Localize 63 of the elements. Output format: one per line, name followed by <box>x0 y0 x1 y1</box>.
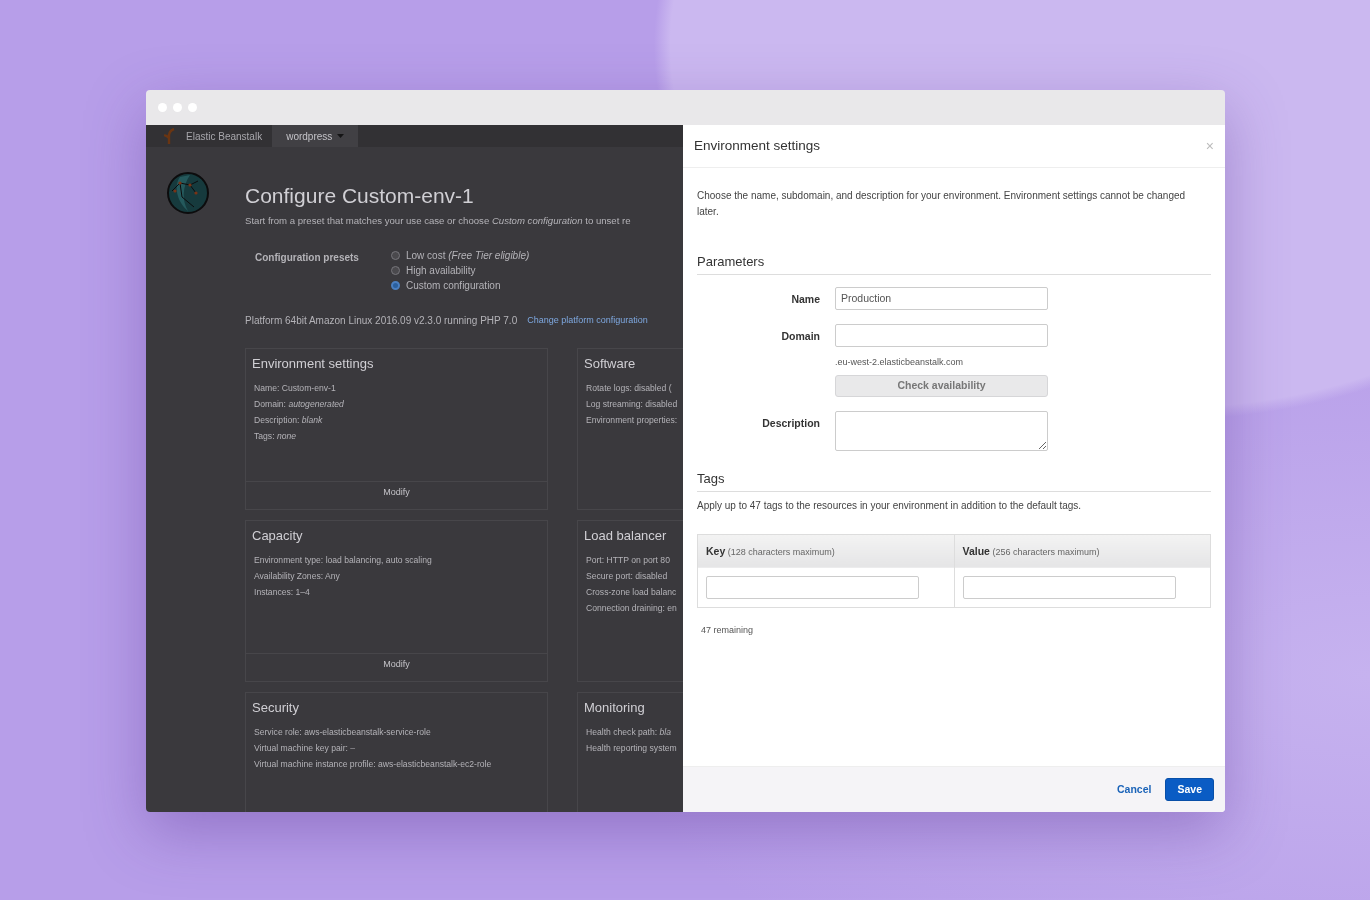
card-title: Environment settings <box>252 356 375 372</box>
sprout-logo-icon <box>164 128 176 144</box>
globe-icon <box>165 171 210 215</box>
caret-icon <box>337 134 345 138</box>
card-detail-text: Environment type: load balancing, auto scaling <box>254 554 433 567</box>
card-detail-text: Rotate logs: disabled ( <box>586 382 673 395</box>
check-availability-button[interactable]: Check availability <box>835 375 1048 398</box>
field-label: Name <box>790 291 820 307</box>
card-title: Capacity <box>252 528 304 544</box>
application-dropdown[interactable]: wordpress <box>272 125 359 147</box>
text-input-field[interactable]: Production <box>835 286 1048 310</box>
panel-description: Choose the name, subdomain, and description for your environment. Environment settings cannot be changed later. <box>697 189 1187 219</box>
domain-suffix-text: .eu-west-2.elasticbeanstalk.com <box>835 355 965 369</box>
card-detail-text: Virtual machine instance profile: aws-elasticbeanstalk-ec2-role <box>254 758 493 771</box>
radio-button[interactable] <box>391 265 400 275</box>
modify-button[interactable]: Modify <box>246 481 547 504</box>
card-detail-text: Domain: autogenerated <box>254 398 345 411</box>
section-heading: Tags <box>697 471 1211 492</box>
card-detail-text: Virtual machine key pair: – <box>254 742 357 755</box>
presets-label: Configuration presets <box>255 251 360 266</box>
panel-title: Environment settings <box>694 137 821 155</box>
tag-input-field[interactable] <box>962 575 1176 599</box>
card-title: Software <box>584 356 637 372</box>
cancel-link[interactable]: Cancel <box>1117 781 1152 798</box>
card-detail-text: Cross-zone load balanc <box>586 586 678 599</box>
change-platform-link[interactable]: Change platform configuration <box>527 314 648 328</box>
tags-description: Apply up to 47 tags to the resources in your environment in addition to the default tags. <box>697 498 1083 513</box>
page-description: Start from a preset that matches your use case or choose Custom configuration to unset re <box>245 214 632 228</box>
page-title: Configure Custom-env-1 <box>245 185 475 206</box>
card-detail-text: Availability Zones: Any <box>254 570 341 583</box>
brand-name[interactable]: Elastic Beanstalk <box>186 128 263 144</box>
radio-label[interactable]: High availability <box>406 262 476 278</box>
card-detail-text: Instances: 1–4 <box>254 586 311 599</box>
column-header: Value (256 characters maximum) <box>954 534 1211 569</box>
card-detail-text: Port: HTTP on port 80 <box>586 554 671 567</box>
tag-input-field[interactable] <box>706 575 919 599</box>
radio-label[interactable]: Custom configuration <box>406 277 501 293</box>
card-detail-text: Log streaming: disabled <box>586 398 679 411</box>
card-detail-text: Health check path: bla <box>586 726 673 739</box>
card-detail-text: Description: blank <box>254 414 324 427</box>
textarea-field[interactable] <box>835 411 1048 452</box>
card-detail-text: Name: Custom-env-1 <box>254 382 337 395</box>
radio-label[interactable]: Low cost (Free Tier eligible) <box>406 247 530 263</box>
field-label: Description <box>761 416 820 432</box>
radio-button[interactable] <box>391 280 400 290</box>
card-detail-text: Connection draining: en <box>586 602 678 615</box>
card-detail-text: Environment properties: <box>586 414 679 427</box>
column-header: Key (128 characters maximum) <box>697 534 954 569</box>
section-heading: Parameters <box>697 254 1211 275</box>
platform-text: Platform 64bit Amazon Linux 2016.09 v2.3.0 running PHP 7.0 <box>245 314 518 329</box>
save-button[interactable]: Save <box>1165 778 1214 801</box>
card-detail-text: Secure port: disabled <box>586 570 669 583</box>
text-input-field[interactable] <box>835 323 1048 347</box>
card-detail-text: Service role: aws-elasticbeanstalk-service-role <box>254 726 432 739</box>
field-label: Domain <box>780 328 820 344</box>
card-title: Security <box>252 700 300 716</box>
card-title: Load balancer <box>584 528 668 544</box>
card-detail-text: Tags: none <box>254 430 298 443</box>
modify-button[interactable]: Modify <box>246 653 547 676</box>
radio-button[interactable] <box>391 250 400 260</box>
remaining-count: 47 remaining <box>701 623 755 637</box>
card-title: Monitoring <box>584 700 646 716</box>
card-detail-text: Health reporting system <box>586 742 678 755</box>
